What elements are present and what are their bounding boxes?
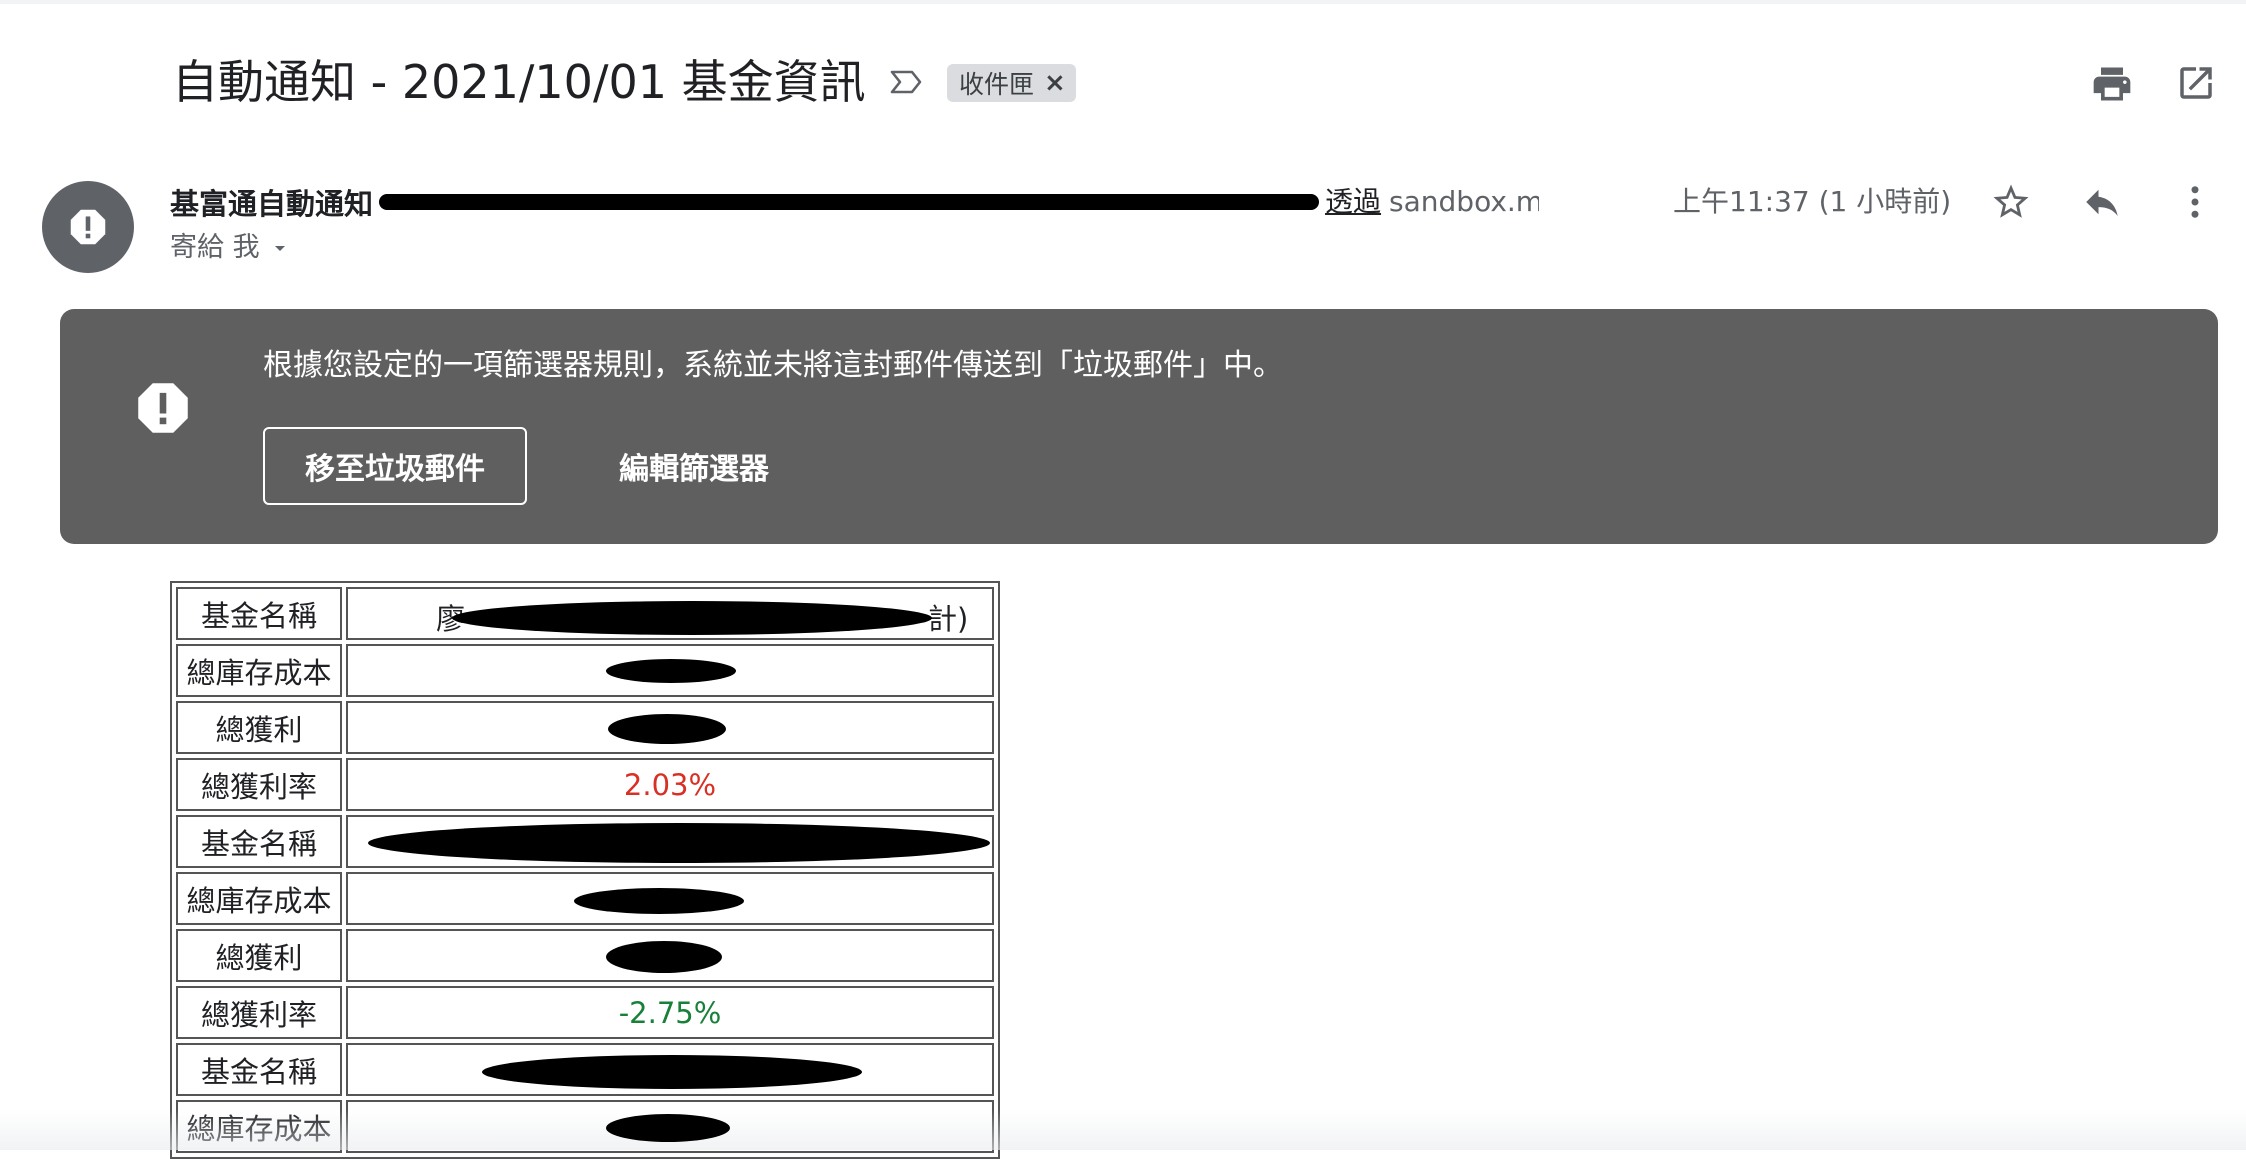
row-label: 總庫存成本 (176, 1100, 342, 1153)
row-value (346, 701, 994, 754)
sender-name[interactable]: 基富通自動通知 (170, 181, 373, 223)
reply-icon (2086, 189, 2118, 216)
redaction-blot (606, 659, 736, 683)
row-value (346, 872, 994, 925)
redaction-blot (574, 888, 744, 914)
row-label: 總獲利率 (176, 986, 342, 1039)
spam-banner-message: 根據您設定的一項篩選器規則，系統並未將這封郵件傳送到「垃圾郵件」中。 (263, 348, 1283, 383)
row-value: 2.03% (346, 758, 994, 811)
row-value (346, 644, 994, 697)
table-row: 基金名稱 (176, 815, 994, 868)
more-vert-icon (2191, 186, 2199, 218)
via-domain: sandbox.mgsend… (1389, 185, 1540, 218)
table-row: 總庫存成本 (176, 872, 994, 925)
redaction-blot (606, 941, 722, 973)
dropdown-arrow-icon (274, 246, 285, 251)
row-value: -2.75% (346, 986, 994, 1039)
recipient-text: 寄給 我 (170, 232, 260, 263)
remove-label-icon[interactable]: × (1044, 68, 1066, 98)
sender-email-redacted: 透過sandbox.mgsend… (379, 182, 1539, 222)
move-to-spam-button[interactable]: 移至垃圾郵件 (263, 427, 527, 505)
email-subject: 自動通知 - 2021/10/01 基金資訊 (172, 55, 866, 109)
table-row: 總庫存成本 (176, 1100, 994, 1153)
top-divider (0, 0, 2246, 4)
row-value (346, 929, 994, 982)
row-label: 基金名稱 (176, 587, 342, 640)
recipient-details-toggle[interactable]: 寄給 我 (170, 230, 292, 266)
reply-button[interactable] (2078, 178, 2126, 226)
more-options-button[interactable] (2171, 178, 2219, 226)
redaction-blot (608, 714, 726, 744)
profit-rate-negative: -2.75% (618, 995, 722, 1030)
row-label: 基金名稱 (176, 815, 342, 868)
edit-filter-button[interactable]: 編輯篩選器 (605, 427, 783, 505)
fund-name-tail: 計) (928, 602, 969, 636)
row-value (346, 1100, 994, 1153)
email-timestamp: 上午11:37 (1 小時前) (1673, 185, 1952, 218)
table-row: 基金名稱 廖 計) (176, 587, 994, 640)
row-label: 總庫存成本 (176, 644, 342, 697)
row-label: 總庫存成本 (176, 872, 342, 925)
alert-icon (70, 209, 106, 245)
redaction-blot (452, 601, 932, 635)
important-marker-icon[interactable] (886, 62, 926, 102)
row-label: 總獲利 (176, 929, 342, 982)
inbox-label-chip[interactable]: 收件匣 × (947, 64, 1076, 102)
row-label: 總獲利 (176, 701, 342, 754)
table-row: 總獲利率 2.03% (176, 758, 994, 811)
table-row: 總庫存成本 (176, 644, 994, 697)
row-label: 基金名稱 (176, 1043, 342, 1096)
spam-filter-banner: 根據您設定的一項篩選器規則，系統並未將這封郵件傳送到「垃圾郵件」中。 移至垃圾郵… (60, 309, 2218, 544)
redaction-blot (606, 1114, 730, 1142)
sender-line: 基富通自動通知 透過sandbox.mgsend… (170, 182, 1539, 222)
table-row: 總獲利 (176, 701, 994, 754)
alert-icon (138, 383, 188, 433)
star-icon (1993, 184, 2029, 218)
fund-info-table: 基金名稱 廖 計) 總庫存成本 總獲利 總獲利率 2.03% 基金名稱 總庫存成… (170, 581, 1000, 1159)
row-value (346, 815, 994, 868)
table-row: 總獲利 (176, 929, 994, 982)
star-button[interactable] (1987, 178, 2035, 226)
row-value (346, 1043, 994, 1096)
open-new-window-icon[interactable] (2175, 62, 2217, 104)
redaction-bar (379, 194, 1320, 210)
label-chip-text: 收件匣 (959, 70, 1035, 99)
redaction-blot (482, 1055, 862, 1089)
profit-rate-positive: 2.03% (623, 767, 717, 802)
sender-avatar (42, 181, 134, 273)
print-icon[interactable] (2090, 62, 2134, 106)
row-value: 廖 計) (346, 587, 994, 640)
via-link[interactable]: 透過 (1325, 185, 1381, 218)
redaction-blot (368, 823, 990, 863)
row-label: 總獲利率 (176, 758, 342, 811)
table-row: 基金名稱 (176, 1043, 994, 1096)
table-row: 總獲利率 -2.75% (176, 986, 994, 1039)
